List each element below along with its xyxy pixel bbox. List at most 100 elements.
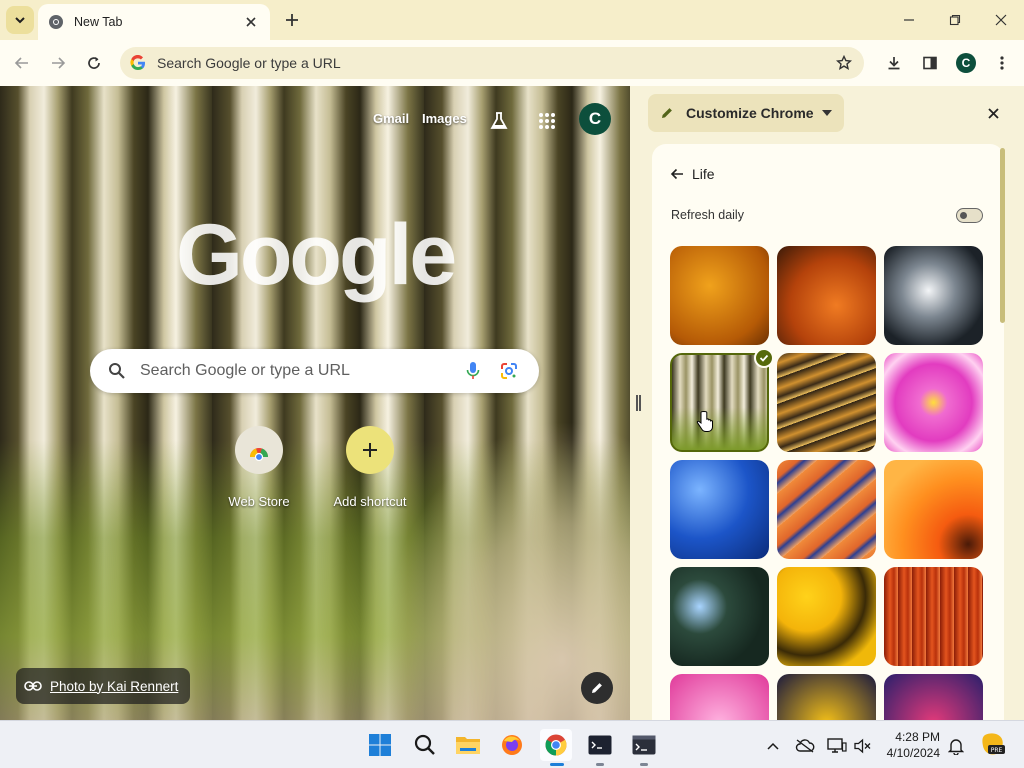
- taskbar-clock[interactable]: 4:28 PM 4/10/2024: [870, 729, 940, 761]
- shortcut-add[interactable]: Add shortcut: [320, 426, 420, 509]
- customize-ntp-button[interactable]: [581, 672, 613, 704]
- back-to-collections-button[interactable]: Life: [670, 166, 715, 182]
- tab-search-button[interactable]: [6, 6, 34, 34]
- display-icon[interactable]: [826, 735, 848, 757]
- google-g-icon: [130, 55, 145, 71]
- refresh-daily-label: Refresh daily: [671, 208, 744, 222]
- labs-button[interactable]: [486, 108, 512, 134]
- restore-button[interactable]: [932, 0, 978, 40]
- bookmark-star-button[interactable]: [830, 49, 858, 77]
- side-panel-header-dropdown[interactable]: Customize Chrome: [648, 94, 844, 132]
- star-icon: [836, 55, 852, 70]
- apps-grid-icon: [539, 113, 555, 129]
- side-panel-button[interactable]: [916, 49, 944, 77]
- file-explorer-button[interactable]: [452, 729, 484, 761]
- background-tile-pink-flowers[interactable]: [670, 674, 769, 720]
- photo-attribution-link[interactable]: Photo by Kai Rennert: [16, 668, 191, 704]
- lens-search-button[interactable]: [497, 359, 521, 383]
- clock-time: 4:28 PM: [895, 730, 940, 744]
- profile-avatar-button[interactable]: C: [956, 53, 976, 73]
- background-tile-forest-selected[interactable]: [670, 353, 769, 452]
- ntp-search-box[interactable]: Search Google or type a URL: [90, 349, 539, 393]
- gmail-link[interactable]: Gmail: [373, 111, 409, 126]
- shortcut-web-store[interactable]: Web Store: [209, 426, 309, 509]
- forward-button[interactable]: [44, 49, 72, 77]
- tab-title: New Tab: [74, 15, 123, 29]
- firefox-button[interactable]: [496, 729, 528, 761]
- download-icon: [888, 57, 900, 70]
- web-store-icon: [249, 448, 268, 461]
- side-panel-resize-handle[interactable]: [630, 86, 646, 720]
- windows-taskbar: 4:28 PM 4/10/2024 PRE: [0, 720, 1024, 768]
- onedrive-offline-icon[interactable]: [794, 735, 816, 757]
- side-panel-title: Customize Chrome: [686, 105, 814, 121]
- back-button[interactable]: [8, 49, 36, 77]
- background-tile-yellow-flowers[interactable]: [777, 567, 876, 666]
- link-icon: [24, 681, 42, 691]
- terminal-icon: [632, 735, 656, 755]
- omnibox-text: Search Google or type a URL: [157, 55, 341, 71]
- background-tile-blue-texture[interactable]: [670, 460, 769, 559]
- minimize-icon: [904, 19, 914, 21]
- restore-icon: [949, 14, 961, 26]
- chrome-active-indicator: [550, 763, 564, 766]
- account-avatar-button[interactable]: C: [579, 103, 611, 135]
- ntp-search-placeholder: Search Google or type a URL: [140, 362, 350, 379]
- terminal-running-indicator: [640, 763, 648, 766]
- downloads-button[interactable]: [880, 49, 908, 77]
- chrome-icon: [545, 734, 567, 756]
- google-lens-icon: [501, 363, 517, 379]
- reload-button[interactable]: [80, 49, 108, 77]
- insider-pre-badge-icon: PRE: [982, 733, 1005, 755]
- voice-search-button[interactable]: [461, 359, 485, 383]
- background-tile-orange-gerbera[interactable]: [884, 460, 983, 559]
- chrome-taskbar-button[interactable]: [540, 729, 572, 761]
- folder-icon: [456, 737, 480, 754]
- background-tile-purple-flowers[interactable]: [884, 674, 983, 720]
- arrow-right-icon: [52, 57, 66, 69]
- shortcut-label: Add shortcut: [333, 494, 407, 509]
- background-tile-orange-berries[interactable]: [777, 246, 876, 345]
- google-apps-button[interactable]: [534, 108, 560, 134]
- tab-strip: New Tab: [0, 0, 1024, 40]
- start-button[interactable]: [364, 729, 396, 761]
- tab-close-button[interactable]: [242, 13, 260, 31]
- tab-new-tab[interactable]: New Tab: [38, 4, 270, 40]
- omnibox[interactable]: Search Google or type a URL: [120, 47, 864, 79]
- images-link[interactable]: Images: [422, 111, 467, 126]
- background-tile-orange-leaves[interactable]: [670, 246, 769, 345]
- background-tile-dark-flowers[interactable]: [777, 674, 876, 720]
- minimize-button[interactable]: [886, 0, 932, 40]
- plus-icon: [286, 14, 298, 26]
- terminal-button-2[interactable]: [628, 729, 660, 761]
- taskbar-search-button[interactable]: [409, 729, 441, 761]
- cloud-off-icon: [795, 739, 815, 753]
- chrome-menu-button[interactable]: [988, 49, 1016, 77]
- side-panel-scrollbar[interactable]: [1000, 148, 1005, 323]
- background-tile-orange-stripes[interactable]: [777, 460, 876, 559]
- search-icon: [414, 734, 435, 755]
- background-tile-golden-water[interactable]: [777, 353, 876, 452]
- reload-icon: [88, 57, 100, 69]
- side-panel-icon: [923, 56, 937, 70]
- arrow-left-icon: [670, 168, 683, 180]
- search-icon: [109, 363, 125, 379]
- side-panel-close-button[interactable]: [982, 102, 1004, 124]
- web-store-tile: [235, 426, 283, 474]
- toggle-knob: [960, 211, 967, 219]
- close-icon: [995, 14, 1007, 26]
- close-icon: [246, 17, 256, 27]
- notifications-button[interactable]: [945, 735, 967, 757]
- background-tile-pink-dahlia[interactable]: [884, 353, 983, 452]
- show-hidden-icons-button[interactable]: [762, 735, 784, 757]
- background-collection-card: Life Refresh daily: [652, 144, 1004, 720]
- background-tile-blue-flowers[interactable]: [670, 567, 769, 666]
- background-tile-silver-burst[interactable]: [884, 246, 983, 345]
- new-tab-button[interactable]: [280, 8, 304, 32]
- background-tile-red-orange-lines[interactable]: [884, 567, 983, 666]
- window-close-button[interactable]: [978, 0, 1024, 40]
- mouse-hand-cursor-icon: [696, 411, 713, 432]
- terminal-button-1[interactable]: [584, 729, 616, 761]
- refresh-daily-toggle[interactable]: [956, 208, 983, 223]
- chevron-down-icon: [15, 17, 25, 24]
